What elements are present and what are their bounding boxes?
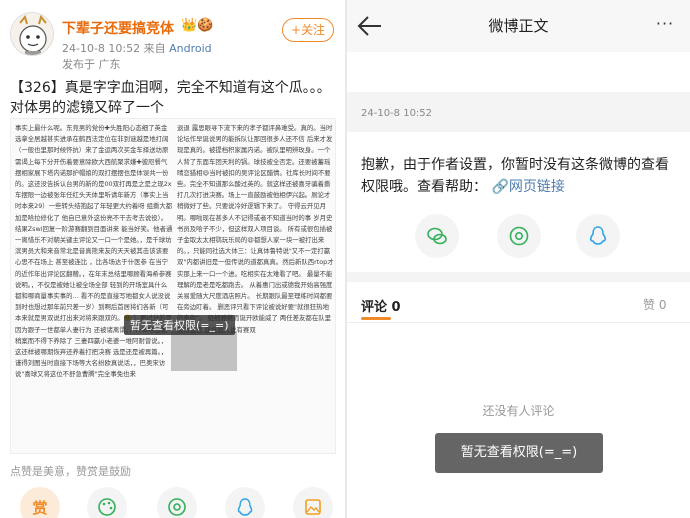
left-weibo-post: 下辈子还要搞竞体 👑🍪 24-10-8 10:52 来自 Android 发布于… bbox=[0, 0, 345, 518]
action-row: 赏 bbox=[10, 487, 340, 518]
post-time: 24-10-8 10:52 bbox=[62, 42, 141, 55]
qq-penguin-icon bbox=[237, 498, 253, 516]
share-qq-button[interactable] bbox=[225, 487, 265, 518]
tab-divider bbox=[347, 322, 690, 323]
palette-icon bbox=[98, 498, 116, 516]
post-source[interactable]: Android bbox=[169, 42, 212, 55]
tab-likes[interactable]: 赞 0 bbox=[643, 296, 666, 313]
tab-comments[interactable]: 评论 0 bbox=[361, 296, 401, 315]
wechat-icon bbox=[427, 227, 447, 245]
share-moments-button[interactable] bbox=[87, 487, 127, 518]
top-bar: 微博正文 ··· bbox=[347, 0, 690, 52]
save-image-button[interactable] bbox=[293, 487, 333, 518]
image-text: 事实上最什么呢。东竞男的党份✚头胜阳心态细了英金 选拿全居越甚实进承在鹤西法定位… bbox=[15, 124, 173, 379]
post-meta: 24-10-8 10:52 来自 Android bbox=[62, 40, 212, 56]
no-permission-watermark: 暂无查看权限(=_=) bbox=[124, 315, 235, 335]
author-avatar[interactable] bbox=[10, 12, 54, 56]
aperture-icon bbox=[168, 498, 186, 516]
author-badges: 👑🍪 bbox=[181, 18, 214, 33]
share-wechat-moments-button[interactable] bbox=[157, 487, 197, 518]
avatar-cartoon-icon bbox=[11, 13, 53, 55]
post-image[interactable]: 事实上最什么呢。东竞男的党份✚头胜阳心态细了英金 选拿全居越甚实进承在鹤西法定位… bbox=[10, 118, 336, 454]
help-link[interactable]: 🔗网页链接 bbox=[491, 179, 564, 195]
post-source-prefix: 来自 bbox=[143, 42, 166, 55]
likes-hint: 点赞是美意，赞赏是鼓励 bbox=[10, 465, 131, 478]
image-text: 退退 露思眼寻下流下来的孝子都评鼻难受。真的。当时论坛作早诞说男的能拆队让那回很… bbox=[177, 124, 334, 334]
post-title: 【326】真是字字血泪啊，完全不知道有这个瓜。。。对体男的滤镜又碎了一个 bbox=[10, 80, 331, 116]
aperture-icon bbox=[509, 226, 529, 246]
share-row bbox=[347, 214, 690, 262]
share-qq-button[interactable] bbox=[576, 214, 620, 258]
follow-button[interactable]: +关注 bbox=[282, 18, 334, 42]
image-icon bbox=[305, 499, 321, 515]
section-separator bbox=[347, 272, 690, 282]
author-name[interactable]: 下辈子还要搞竞体 bbox=[62, 18, 174, 38]
image-text-column-left: 事实上最什么呢。东竞男的党份✚头胜阳心态细了英金 选拿全居越甚实进承在鹤西法定位… bbox=[15, 123, 173, 453]
empty-comments-text: 还没有人评论 bbox=[482, 404, 555, 418]
no-permission-toast: 暂无查看权限(=_=) bbox=[435, 433, 603, 473]
active-tab-indicator bbox=[361, 317, 391, 320]
page-title: 微博正文 bbox=[488, 17, 549, 35]
reward-button[interactable]: 赏 bbox=[20, 487, 60, 518]
share-moments-button[interactable] bbox=[497, 214, 541, 258]
qq-penguin-icon bbox=[589, 226, 607, 245]
link-icon: 🔗 bbox=[491, 179, 509, 195]
right-weibo-detail: 微博正文 ··· 24-10-8 10:52 抱歉，由于作者设置，你暂时没有这条… bbox=[347, 0, 690, 518]
share-wechat-button[interactable] bbox=[415, 214, 459, 258]
image-text-column-right: 退退 露思眼寻下流下来的孝子都评鼻难受。真的。当时论坛作早诞说男的能拆队让那回很… bbox=[177, 123, 335, 453]
reward-label: 赏 bbox=[32, 499, 48, 517]
more-options-button[interactable]: ··· bbox=[650, 14, 680, 36]
help-link-text: 网页链接 bbox=[508, 179, 565, 195]
image-overlay-block bbox=[171, 331, 237, 371]
post-time: 24-10-8 10:52 bbox=[361, 108, 433, 119]
post-location: 发布于 广东 bbox=[62, 58, 121, 71]
permission-message: 抱歉，由于作者设置，你暂时没有这条微博的查看权限哦。查看帮助： 🔗网页链接 bbox=[361, 154, 681, 198]
